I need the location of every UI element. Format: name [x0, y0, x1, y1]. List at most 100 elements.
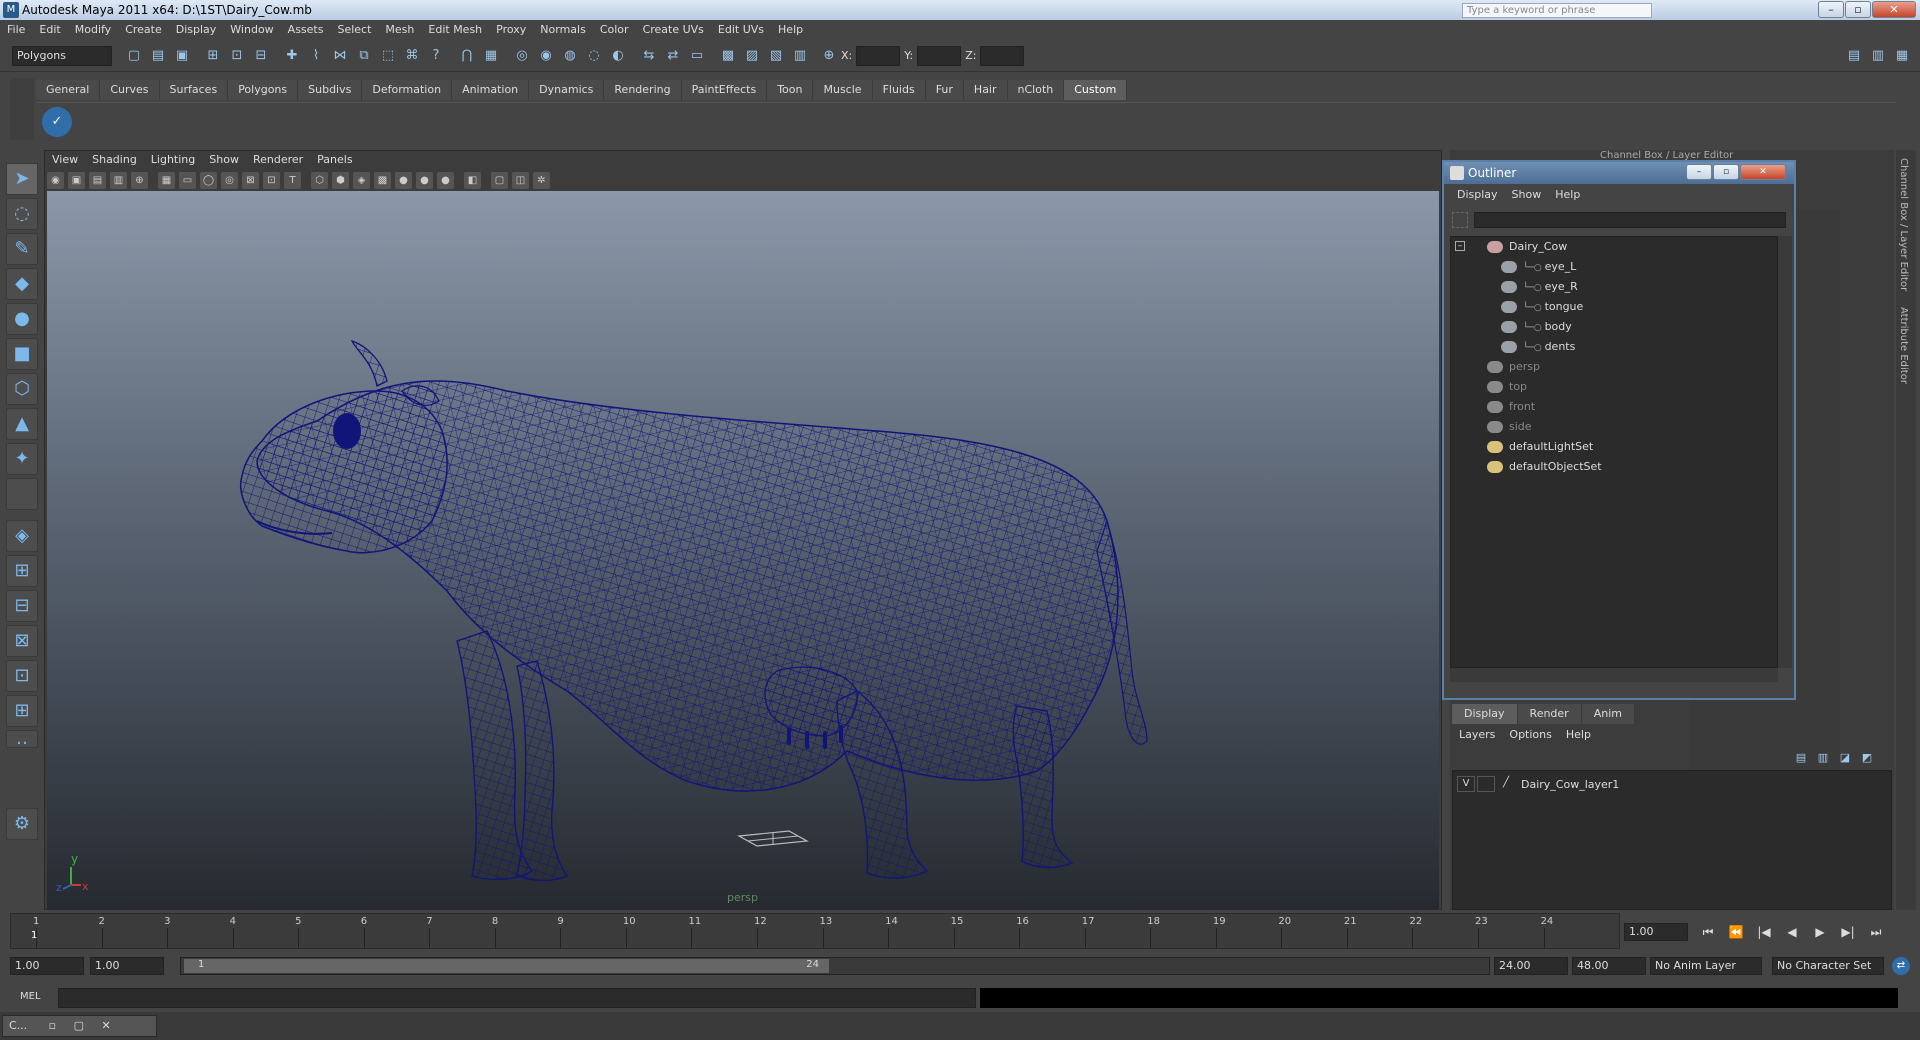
move-layer-up-icon[interactable]: ▤: [1791, 748, 1811, 766]
select-object-icon[interactable]: ⊡: [226, 45, 248, 67]
gate-mask-icon[interactable]: ◎: [221, 171, 238, 189]
menu-edit[interactable]: Edit: [32, 20, 67, 40]
current-frame-indicator[interactable]: 1: [31, 930, 37, 941]
time-slider[interactable]: 1 2 3 4 5 6 7 8 9 10 11 12 13 14 15 16 17 18 19 20 21 22 23 24 1: [10, 913, 1620, 949]
character-set-dropdown[interactable]: No Character Set: [1772, 957, 1884, 975]
menu-edit-uvs[interactable]: Edit UVs: [711, 20, 771, 40]
show-render-view-icon[interactable]: ▩: [717, 45, 739, 67]
menu-display[interactable]: Display: [169, 20, 224, 40]
bookmarks-icon[interactable]: ▤: [89, 171, 106, 189]
outliner-item-persp[interactable]: persp: [1451, 357, 1777, 377]
four-view-layout-icon[interactable]: ⊞: [6, 555, 38, 587]
layer-menu-help[interactable]: Help: [1559, 726, 1598, 744]
viewport-menu-lighting[interactable]: Lighting: [144, 151, 202, 169]
viewport-menu-show[interactable]: Show: [202, 151, 246, 169]
shelf-tab-subdivs[interactable]: Subdivs: [298, 80, 363, 100]
x-field[interactable]: [856, 45, 901, 66]
menu-window[interactable]: Window: [223, 20, 280, 40]
create-layer-from-selected-icon[interactable]: ◩: [1857, 748, 1877, 766]
mel-label[interactable]: MEL: [20, 991, 41, 1002]
persp-graph-layout-icon[interactable]: ⊠: [6, 625, 38, 657]
last-tool-icon[interactable]: [6, 478, 38, 510]
all-lights-icon[interactable]: ●: [416, 171, 433, 189]
outliner-item-eye_l[interactable]: └─○ eye_L: [1451, 257, 1777, 277]
play-backward-icon[interactable]: ◀: [1781, 922, 1803, 942]
render-settings-icon[interactable]: ◍: [559, 45, 581, 67]
film-gate-icon[interactable]: ▭: [179, 171, 196, 189]
animation-end-field[interactable]: 48.00: [1572, 957, 1646, 975]
menu-edit-mesh[interactable]: Edit Mesh: [421, 20, 489, 40]
layer-menu-options[interactable]: Options: [1502, 726, 1558, 744]
outliner-item-eye_r[interactable]: └─○ eye_R: [1451, 277, 1777, 297]
menu-normals[interactable]: Normals: [533, 20, 593, 40]
outliner-item-top[interactable]: top: [1451, 377, 1777, 397]
save-scene-icon[interactable]: ▣: [171, 45, 193, 67]
outliner-maximize-button[interactable]: ▫: [1713, 164, 1739, 180]
range-slider-track[interactable]: 1 24: [180, 957, 1490, 975]
shelf-tab-surfaces[interactable]: Surfaces: [159, 80, 229, 100]
go-to-end-icon[interactable]: ⏭: [1865, 922, 1887, 942]
grid-icon[interactable]: ▦: [158, 171, 175, 189]
shelf-tab-polygons[interactable]: Polygons: [228, 80, 299, 100]
backface-culling-icon[interactable]: ✲: [533, 171, 550, 189]
safe-action-icon[interactable]: ⊡: [263, 171, 280, 189]
menu-create-uvs[interactable]: Create UVs: [636, 20, 711, 40]
z-field[interactable]: [980, 45, 1025, 66]
menu-file[interactable]: File: [0, 20, 32, 40]
close-button[interactable]: ✕: [1872, 1, 1916, 18]
outliner-filter-icon[interactable]: [1452, 212, 1468, 228]
step-back-key-icon[interactable]: ⏪: [1725, 922, 1747, 942]
shelf-tab-toon[interactable]: Toon: [767, 80, 814, 100]
absolute-transform-icon[interactable]: ⊕: [818, 45, 840, 67]
construction-history-icon[interactable]: ▦: [480, 45, 502, 67]
default-lighting-icon[interactable]: ●: [395, 171, 412, 189]
hypershade-layout-icon[interactable]: ⊡: [6, 660, 38, 692]
outliner-item-side[interactable]: side: [1451, 417, 1777, 437]
minimized-window-button[interactable]: C... ▫ ▢ ✕: [2, 1015, 157, 1037]
scale-tool-icon[interactable]: ■: [6, 338, 38, 370]
outliner-horizontal-scrollbar[interactable]: [1450, 668, 1778, 682]
menu-assets[interactable]: Assets: [281, 20, 331, 40]
restore-icon[interactable]: ▫: [49, 1019, 56, 1032]
cow-wireframe-model[interactable]: y x z: [47, 191, 1439, 909]
layer-menu-layers[interactable]: Layers: [1452, 726, 1502, 744]
wireframe-on-shaded-icon[interactable]: ◈: [353, 171, 370, 189]
mel-command-input[interactable]: [58, 988, 976, 1008]
maximize-icon[interactable]: ▢: [74, 1019, 84, 1032]
help-icon[interactable]: ?: [425, 45, 447, 67]
outliner-item-dents[interactable]: └─○ dents: [1451, 337, 1777, 357]
layer-name[interactable]: Dairy_Cow_layer1: [1521, 778, 1619, 791]
layer-row[interactable]: V ╱ Dairy_Cow_layer1: [1457, 775, 1619, 793]
show-manipulator-icon[interactable]: ✦: [6, 443, 38, 475]
anim-layer-dropdown[interactable]: No Anim Layer: [1650, 957, 1762, 975]
hypershade-icon[interactable]: ◌: [583, 45, 605, 67]
step-back-frame-icon[interactable]: |◀: [1753, 922, 1775, 942]
snap-plane-icon[interactable]: ⧉: [353, 45, 375, 67]
go-to-start-icon[interactable]: ⏮: [1697, 922, 1719, 942]
field-chart-icon[interactable]: ⊠: [242, 171, 259, 189]
move-layer-down-icon[interactable]: ▥: [1813, 748, 1833, 766]
outliner-menu-help[interactable]: Help: [1548, 186, 1587, 204]
snap-point-icon[interactable]: ⋈: [329, 45, 351, 67]
toggle-tool-settings-icon[interactable]: ▥: [1867, 45, 1889, 67]
outliner-menu-show[interactable]: Show: [1505, 186, 1549, 204]
soft-modification-icon[interactable]: ▲: [6, 408, 38, 440]
shelf-tab-curves[interactable]: Curves: [100, 80, 160, 100]
snap-surface-icon[interactable]: ⬚: [377, 45, 399, 67]
play-forward-icon[interactable]: ▶: [1809, 922, 1831, 942]
shelf-tab-general[interactable]: General: [36, 80, 101, 100]
xray-joints-icon[interactable]: ◫: [512, 171, 529, 189]
toggle-attribute-editor-icon[interactable]: ▤: [1843, 45, 1865, 67]
viewport-menu-shading[interactable]: Shading: [85, 151, 144, 169]
shelf-tab-dynamics[interactable]: Dynamics: [529, 80, 605, 100]
viewport-menu-panels[interactable]: Panels: [310, 151, 359, 169]
shelf-tab-animation[interactable]: Animation: [452, 80, 530, 100]
show-attribute-icon[interactable]: ▨: [741, 45, 763, 67]
snap-grid-icon[interactable]: ✚: [281, 45, 303, 67]
outliner-item-defaultobjectset[interactable]: defaultObjectSet: [1451, 457, 1777, 477]
layer-tab-anim[interactable]: Anim: [1581, 704, 1635, 724]
menu-color[interactable]: Color: [593, 20, 636, 40]
menu-help[interactable]: Help: [771, 20, 810, 40]
menu-proxy[interactable]: Proxy: [489, 20, 533, 40]
outliner-item-tongue[interactable]: └─○ tongue: [1451, 297, 1777, 317]
